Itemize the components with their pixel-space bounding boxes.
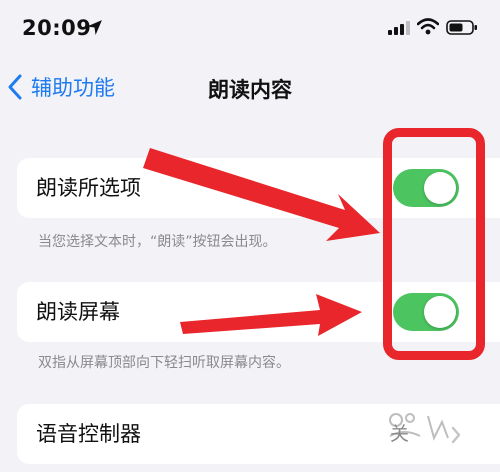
speech-controller-label: 语音控制器 xyxy=(36,422,141,446)
page-title: 朗读内容 xyxy=(208,78,292,102)
navigation-bar: 辅助功能 朗读内容 xyxy=(0,62,500,112)
battery-icon xyxy=(446,20,477,35)
speak-selection-label: 朗读所选项 xyxy=(36,176,141,200)
wifi-icon xyxy=(417,18,439,35)
location-arrow-icon xyxy=(87,20,102,35)
cellular-signal-icon xyxy=(388,21,410,35)
speak-screen-label: 朗读屏幕 xyxy=(36,300,120,324)
annotation-highlight-box xyxy=(383,128,485,360)
speak-screen-footer: 双指从屏幕顶部向下轻扫听取屏幕内容。 xyxy=(38,355,290,371)
status-time: 20:09 xyxy=(22,16,92,40)
status-bar: 20:09 xyxy=(0,0,500,60)
speak-selection-footer: 当您选择文本时，“朗读”按钮会出现。 xyxy=(38,234,277,250)
watermark-logo-icon xyxy=(389,413,449,441)
